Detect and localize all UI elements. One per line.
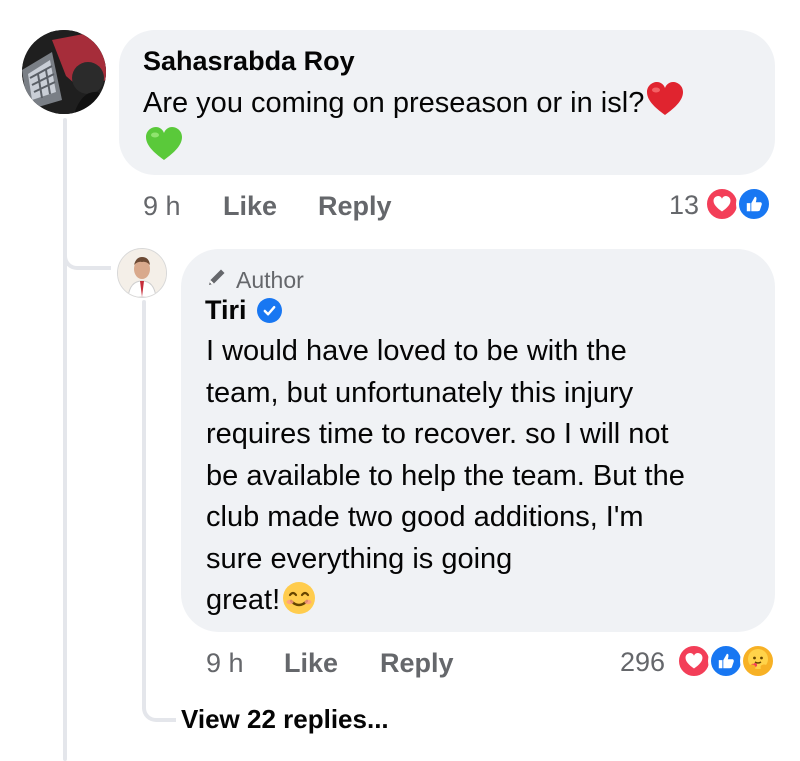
reply-timestamp[interactable]: 9 h	[206, 648, 244, 679]
reply-text-last-line: great!	[206, 580, 766, 628]
smiling-face-emoji	[282, 581, 316, 628]
love-reaction-icon	[676, 643, 712, 679]
reply-text-line: requires time to recover. so I will not	[206, 418, 669, 450]
avatar[interactable]	[117, 248, 167, 298]
love-reaction-icon	[704, 186, 740, 222]
comment-text-content: Are you coming on preseason or in isl?	[143, 87, 645, 119]
view-more-replies-link[interactable]: View 22 replies...	[181, 704, 389, 735]
reply-text-line: great!	[206, 584, 281, 616]
comment-author-name[interactable]: Sahasrabda Roy	[143, 46, 355, 77]
reply-author-name[interactable]: Tiri	[205, 295, 247, 326]
reply-reaction-count[interactable]: 296	[620, 647, 665, 678]
care-reaction-icon	[740, 643, 776, 679]
avatar[interactable]	[22, 30, 106, 114]
comment-timestamp[interactable]: 9 h	[143, 191, 181, 222]
author-badge-label: Author	[236, 266, 304, 293]
comment-text: Are you coming on preseason or in isl?	[143, 82, 753, 129]
thread-line	[63, 118, 67, 761]
like-reaction-icon	[736, 186, 772, 222]
reply-thread-branch-line	[142, 686, 176, 722]
reply-thread-line	[142, 300, 146, 710]
reply-text: I would have loved to be with the team, …	[206, 331, 766, 628]
thread-branch-line	[63, 232, 111, 270]
author-badge: Author	[206, 266, 304, 294]
like-reaction-icon	[708, 643, 744, 679]
pencil-icon	[206, 266, 228, 294]
comment-reply-button[interactable]: Reply	[318, 191, 392, 222]
reply-text-line: be available to help the team. But the	[206, 459, 685, 492]
reply-author: Tiri	[205, 295, 282, 326]
comment-reaction-count[interactable]: 13	[669, 190, 699, 221]
reply-reply-button[interactable]: Reply	[380, 648, 454, 679]
comment-like-button[interactable]: Like	[223, 191, 277, 222]
reply-text-line: team, but unfortunately this injury	[206, 376, 634, 409]
reply-text-line: I would have loved to be with the	[206, 335, 627, 367]
reply-text-line: club made two good additions, I'm	[206, 501, 644, 533]
red-heart-emoji	[646, 82, 684, 129]
verified-badge-icon	[256, 298, 282, 323]
reply-text-line: sure everything is going	[206, 542, 513, 575]
green-heart-emoji	[145, 127, 183, 166]
reply-like-button[interactable]: Like	[284, 648, 338, 679]
